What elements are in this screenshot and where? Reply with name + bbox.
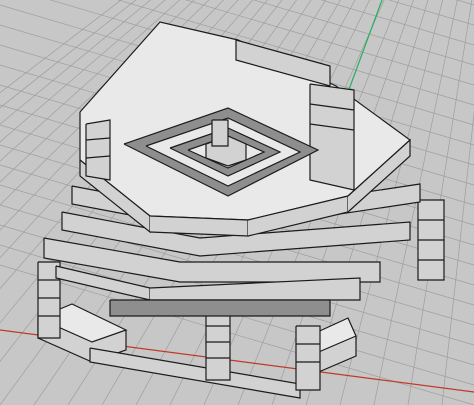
perspective-viewport[interactable] [0,0,474,405]
grid-line [441,110,474,405]
scene-canvas[interactable] [0,0,474,405]
grid-line [388,0,474,26]
